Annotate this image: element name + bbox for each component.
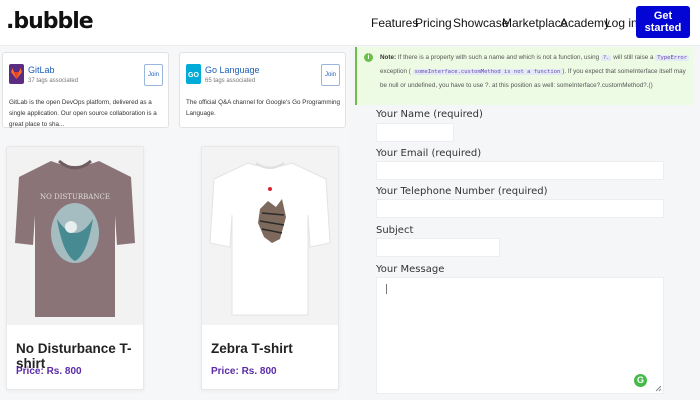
product-image[interactable]: NO DISTURBANCE xyxy=(7,147,143,325)
product-price: Price: Rs. 800 xyxy=(211,366,277,377)
product-name[interactable]: Zebra T-shirt xyxy=(211,341,293,356)
community-tag-count: 37 tags associated xyxy=(28,78,79,84)
email-label: Your Email (required) xyxy=(376,148,482,159)
nav-academy[interactable]: Academy xyxy=(560,16,610,30)
text-caret xyxy=(386,284,387,294)
svg-text:GO: GO xyxy=(188,72,199,79)
message-textarea[interactable]: G xyxy=(376,277,664,394)
svg-text:NO DISTURBANCE: NO DISTURBANCE xyxy=(40,193,110,201)
inline-code: TypeError xyxy=(655,55,690,61)
tshirt-image-white xyxy=(209,162,331,316)
community-card-gitlab[interactable]: GitLab 37 tags associated Join GitLab is… xyxy=(2,52,169,128)
note-callout: i Note: If there is a property with such… xyxy=(355,47,693,105)
product-card[interactable]: NO DISTURBANCE No Disturbance T-shirt Pr… xyxy=(6,146,144,390)
community-description: GitLab is the open DevOps platform, deli… xyxy=(9,99,157,128)
subject-input[interactable] xyxy=(376,238,500,257)
top-navbar: .bubble Features Pricing Showcase Market… xyxy=(0,0,700,46)
join-button[interactable]: Join xyxy=(144,64,163,86)
phone-label: Your Telephone Number (required) xyxy=(376,186,548,197)
community-title[interactable]: GitLab xyxy=(28,65,55,75)
community-description: The official Q&A channel for Google's Go… xyxy=(186,99,341,117)
go-language-icon: GO xyxy=(186,64,201,84)
inline-code: someInterface.customMethod is not a func… xyxy=(412,69,563,75)
bubble-logo[interactable]: .bubble xyxy=(6,9,94,34)
phone-input[interactable] xyxy=(376,199,664,218)
nav-pricing[interactable]: Pricing xyxy=(415,16,452,30)
community-title[interactable]: Go Language xyxy=(205,65,260,75)
name-input[interactable] xyxy=(376,123,454,142)
nav-showcase[interactable]: Showcase xyxy=(453,16,508,30)
get-started-button[interactable]: Get started xyxy=(636,6,690,38)
community-tag-count: 65 tags associated xyxy=(205,78,256,84)
email-input[interactable] xyxy=(376,161,664,180)
note-text: Note: If there is a property with such a… xyxy=(380,54,690,89)
product-price: Price: Rs. 800 xyxy=(16,366,82,377)
nav-login[interactable]: Log in xyxy=(605,16,638,30)
nav-marketplace[interactable]: Marketplace xyxy=(502,16,567,30)
subject-label: Subject xyxy=(376,225,414,236)
product-card[interactable]: Zebra T-shirt Price: Rs. 800 xyxy=(201,146,339,390)
resize-handle-icon[interactable] xyxy=(655,385,662,392)
grammar-check-icon[interactable]: G xyxy=(634,374,647,387)
gitlab-icon xyxy=(9,64,24,84)
join-button[interactable]: Join xyxy=(321,64,340,86)
info-icon: i xyxy=(364,53,373,62)
tshirt-image-purple: NO DISTURBANCE xyxy=(15,159,135,317)
name-label: Your Name (required) xyxy=(376,109,483,120)
community-card-go-language[interactable]: GO Go Language 65 tags associated Join T… xyxy=(179,52,346,128)
message-label: Your Message xyxy=(376,264,445,275)
inline-code: ?. xyxy=(600,55,612,61)
nav-features[interactable]: Features xyxy=(371,16,418,30)
product-image[interactable] xyxy=(202,147,338,325)
